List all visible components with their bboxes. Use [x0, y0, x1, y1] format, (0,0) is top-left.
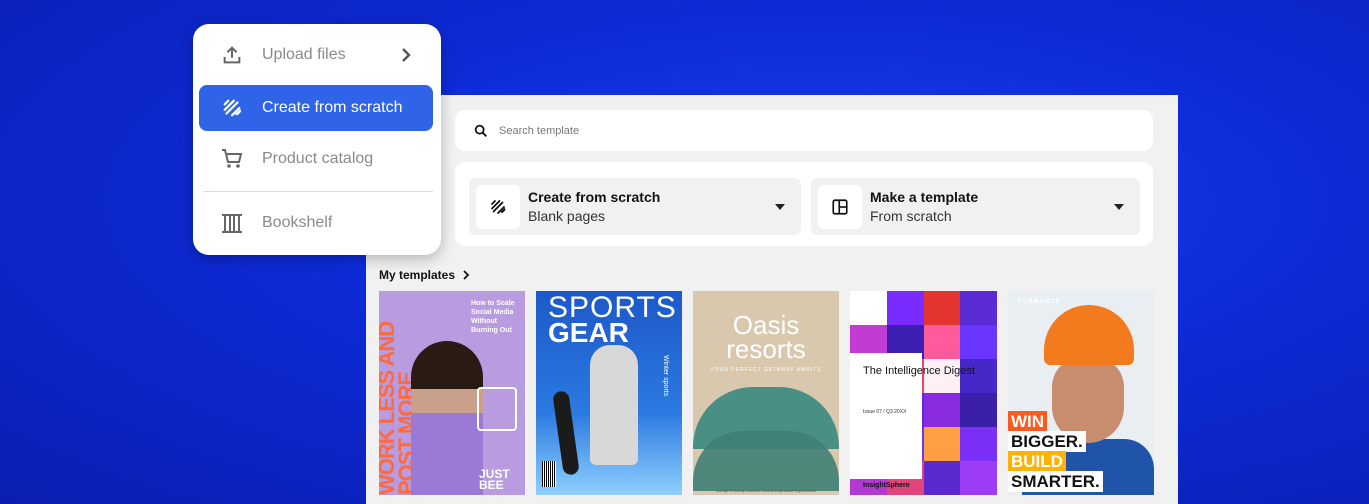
card-headline: The Intelligence Digest	[863, 365, 975, 377]
bookshelf-icon	[220, 211, 244, 235]
hard-hat-image	[1044, 305, 1134, 365]
card-brand: InsightSphere	[863, 482, 910, 489]
template-card[interactable]: The Intelligence Digest Issue 07 / Q3 20…	[850, 291, 997, 495]
architecture-image	[693, 431, 839, 491]
menu-item-label: Product catalog	[262, 150, 374, 167]
menu-item-label: Upload files	[262, 46, 346, 63]
template-card[interactable]: Oasis resorts YOUR PERFECT GETAWAY AWAIT…	[693, 291, 839, 495]
option-title: Create from scratch	[528, 189, 661, 205]
pen-scribble-icon	[220, 96, 244, 120]
cart-icon	[220, 147, 244, 171]
menu-divider	[203, 191, 433, 192]
template-panel: Search template Create from scratch Blan…	[366, 95, 1178, 504]
create-menu: Upload files Create from scratch Product…	[193, 24, 441, 255]
template-card[interactable]: WORK LESS AND POST MORE How to Scale Soc…	[379, 291, 525, 495]
menu-item-label: Create from scratch	[262, 99, 403, 116]
chevron-right-icon	[402, 48, 411, 62]
snowboard-image	[552, 390, 580, 476]
card-headline: BIGGER.	[1008, 431, 1086, 452]
template-card[interactable]: SPORTS GEAR Winter sports	[536, 291, 682, 495]
pen-scribble-icon	[476, 184, 520, 229]
my-templates-link[interactable]: My templates	[379, 268, 471, 282]
create-options: Create from scratch Blank pages Make a t…	[455, 162, 1153, 246]
chevron-down-icon[interactable]	[1114, 203, 1124, 210]
barcode-icon	[542, 461, 556, 487]
menu-item-product-catalog[interactable]: Product catalog	[199, 136, 433, 182]
search-icon	[474, 124, 487, 137]
card-headline: Oasis resorts	[726, 310, 806, 364]
layout-icon	[818, 184, 862, 229]
card-issue: Issue 07 / Q3 20XX	[863, 409, 907, 415]
card-side-text: Winter sports	[662, 355, 669, 397]
section-title: My templates	[379, 268, 456, 282]
chevron-right-icon	[463, 270, 470, 280]
menu-item-upload-files[interactable]: Upload files	[199, 32, 433, 78]
card-headline: BUILD	[1008, 451, 1066, 472]
upload-icon	[220, 43, 244, 67]
option-title: Make a template	[870, 189, 979, 205]
card-brand: JUST BEE	[479, 467, 510, 492]
card-subtitle: How to Scale Social Media Without Burnin…	[471, 300, 515, 334]
template-card[interactable]: FORMANCE WIN BIGGER. BUILD SMARTER.	[1008, 291, 1154, 495]
woman-photo	[411, 341, 483, 495]
card-footer: Indulge in luxury, comfort, and unforget…	[715, 488, 817, 493]
option-subtitle: From scratch	[870, 208, 952, 224]
search-bar[interactable]: Search template	[455, 110, 1153, 151]
card-headline: SMARTER.	[1008, 471, 1103, 492]
card-headline: WIN	[1008, 411, 1048, 432]
make-template-option[interactable]: Make a template From scratch	[811, 178, 1140, 235]
option-subtitle: Blank pages	[528, 208, 606, 224]
search-input[interactable]: Search template	[499, 125, 579, 137]
menu-item-bookshelf[interactable]: Bookshelf	[199, 200, 433, 246]
card-subtitle: YOUR PERFECT GETAWAY AWAITS	[710, 367, 822, 373]
card-logo: FORMANCE	[1018, 299, 1061, 305]
chart-icon	[477, 387, 517, 431]
menu-item-label: Bookshelf	[262, 214, 333, 231]
create-from-scratch-option[interactable]: Create from scratch Blank pages	[469, 178, 801, 235]
snowboarder-photo	[590, 345, 638, 465]
menu-item-create-from-scratch[interactable]: Create from scratch	[199, 85, 433, 131]
chevron-down-icon[interactable]	[775, 203, 785, 210]
